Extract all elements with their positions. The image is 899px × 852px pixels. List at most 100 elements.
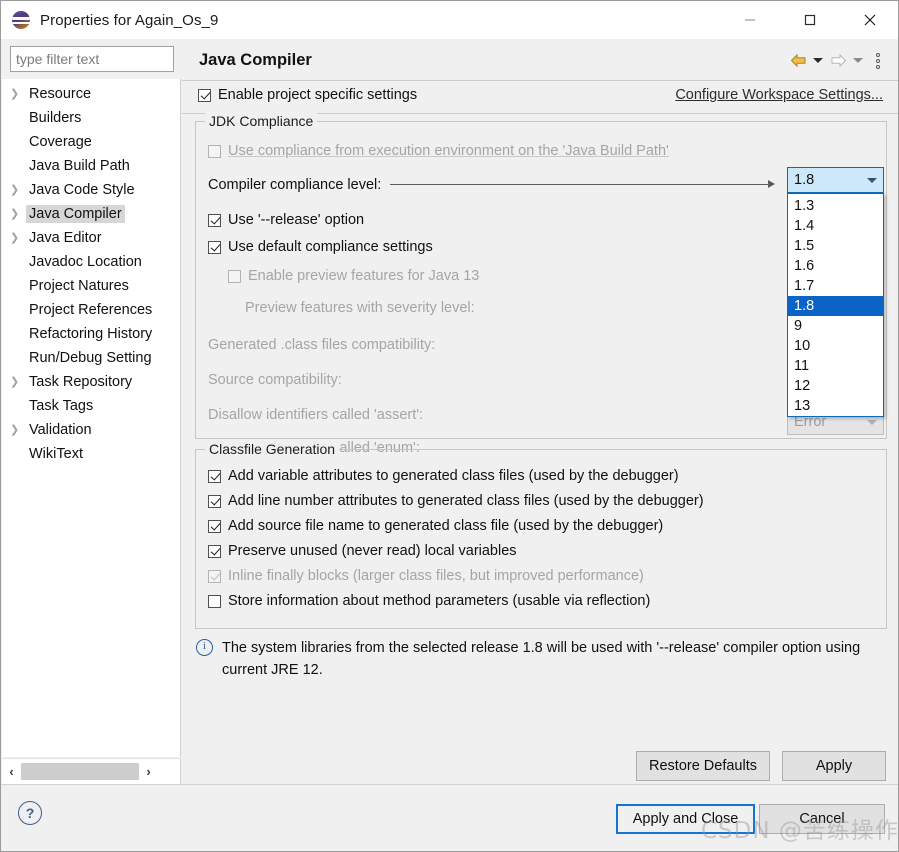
classfile-option-checkbox[interactable]	[208, 595, 221, 608]
classfile-option-checkbox[interactable]	[208, 545, 221, 558]
sidebar-item-coverage[interactable]: ❯Coverage	[2, 130, 180, 154]
restore-defaults-button[interactable]: Restore Defaults	[636, 751, 770, 781]
enable-project-specific-checkbox[interactable]	[198, 89, 211, 102]
sidebar-item-project-references[interactable]: ❯Project References	[2, 298, 180, 322]
cancel-button[interactable]: Cancel	[759, 804, 885, 834]
use-release-option-row: Use '--release' option	[208, 209, 878, 231]
dropdown-option[interactable]: 1.7	[788, 276, 883, 296]
sidebar-item-javadoc-location[interactable]: ❯Javadoc Location	[2, 250, 180, 274]
sidebar-item-task-repository[interactable]: ❯Task Repository	[2, 370, 180, 394]
info-icon: i	[196, 639, 213, 656]
classfile-option-checkbox[interactable]	[208, 470, 221, 483]
dropdown-option[interactable]: 10	[788, 336, 883, 356]
dropdown-option[interactable]: 1.8	[788, 296, 883, 316]
forward-arrow-icon[interactable]	[827, 50, 849, 72]
maximize-button[interactable]	[780, 1, 840, 39]
chevron-right-icon[interactable]: ❯	[10, 185, 26, 196]
dropdown-option[interactable]: 1.5	[788, 236, 883, 256]
sidebar-item-label: Run/Debug Setting	[26, 349, 155, 367]
dropdown-option[interactable]: 1.4	[788, 216, 883, 236]
close-button[interactable]	[840, 1, 899, 39]
properties-dialog: Properties for Again_Os_9 ❯Resource❯Buil…	[0, 0, 899, 852]
chevron-right-icon[interactable]: ❯	[10, 377, 26, 388]
classfile-option-checkbox[interactable]	[208, 495, 221, 508]
help-icon[interactable]: ?	[18, 801, 42, 825]
dropdown-option[interactable]: 1.6	[788, 256, 883, 276]
sidebar-item-project-natures[interactable]: ❯Project Natures	[2, 274, 180, 298]
sidebar-item-wikitext[interactable]: ❯WikiText	[2, 442, 180, 466]
enable-preview-checkbox	[228, 270, 241, 283]
sidebar-item-java-build-path[interactable]: ❯Java Build Path	[2, 154, 180, 178]
back-history-chevron-down-icon[interactable]	[811, 50, 825, 72]
use-release-option-checkbox[interactable]	[208, 214, 221, 227]
back-arrow-icon[interactable]	[787, 50, 809, 72]
scroll-left-icon[interactable]: ‹	[2, 760, 21, 784]
sidebar-item-resource[interactable]: ❯Resource	[2, 82, 180, 106]
search-input[interactable]	[10, 46, 174, 72]
info-message-text: The system libraries from the selected r…	[222, 637, 862, 681]
chevron-right-icon[interactable]: ❯	[10, 89, 26, 100]
sidebar-item-task-tags[interactable]: ❯Task Tags	[2, 394, 180, 418]
sidebar-item-validation[interactable]: ❯Validation	[2, 418, 180, 442]
sidebar-item-label: Project References	[26, 301, 155, 319]
use-execution-environment-row: Use compliance from execution environmen…	[208, 140, 878, 162]
scroll-right-icon[interactable]: ›	[139, 760, 158, 784]
source-compat-row: Source compatibility:	[208, 369, 878, 391]
classfile-option-row: Store information about method parameter…	[208, 591, 650, 611]
dropdown-option[interactable]: 9	[788, 316, 883, 336]
disallow-assert-row: Disallow identifiers called 'assert':	[208, 404, 878, 426]
sidebar-item-java-compiler[interactable]: ❯Java Compiler	[2, 202, 180, 226]
sidebar-item-label: Task Tags	[26, 397, 96, 415]
annotation-arrow-line	[390, 184, 769, 185]
classfile-option-row: Add line number attributes to generated …	[208, 491, 704, 511]
use-execution-environment-label: Use compliance from execution environmen…	[228, 143, 669, 159]
eclipse-icon	[12, 11, 30, 29]
window-title: Properties for Again_Os_9	[40, 12, 218, 29]
generated-class-compat-label: Generated .class files compatibility:	[208, 337, 435, 353]
sidebar-item-java-code-style[interactable]: ❯Java Code Style	[2, 178, 180, 202]
classfile-option-label: Add source file name to generated class …	[228, 518, 663, 534]
sidebar-item-refactoring-history[interactable]: ❯Refactoring History	[2, 322, 180, 346]
sidebar-item-builders[interactable]: ❯Builders	[2, 106, 180, 130]
sidebar-item-label: Java Code Style	[26, 181, 138, 199]
dropdown-option[interactable]: 11	[788, 356, 883, 376]
info-message: i The system libraries from the selected…	[196, 637, 886, 681]
apply-and-close-button[interactable]: Apply and Close	[616, 804, 755, 834]
compliance-level-value: 1.8	[794, 172, 814, 188]
configure-workspace-settings-link[interactable]: Configure Workspace Settings...	[675, 87, 883, 103]
scrollbar-thumb[interactable]	[21, 763, 139, 780]
classfile-option-checkbox[interactable]	[208, 520, 221, 533]
chevron-right-icon[interactable]: ❯	[10, 209, 26, 220]
use-release-option-label: Use '--release' option	[228, 212, 364, 228]
minimize-button[interactable]	[720, 1, 780, 39]
sidebar-item-run-debug-setting[interactable]: ❯Run/Debug Setting	[2, 346, 180, 370]
compliance-level-dropdown-list[interactable]: 1.31.41.51.61.71.8910111213	[787, 193, 884, 417]
classfile-option-label: Add variable attributes to generated cla…	[228, 468, 679, 484]
forward-history-chevron-down-icon[interactable]	[851, 50, 865, 72]
page-toolbar	[787, 50, 899, 72]
classfile-option-label: Preserve unused (never read) local varia…	[228, 543, 517, 559]
use-default-compliance-row: Use default compliance settings	[208, 236, 878, 258]
chevron-right-icon[interactable]: ❯	[10, 425, 26, 436]
classfile-option-row: Add variable attributes to generated cla…	[208, 466, 679, 486]
sidebar-item-label: Validation	[26, 421, 95, 439]
classfile-option-label: Add line number attributes to generated …	[228, 493, 704, 509]
dropdown-option[interactable]: 12	[788, 376, 883, 396]
settings-tree[interactable]: ❯Resource❯Builders❯Coverage❯Java Build P…	[2, 79, 181, 757]
apply-button[interactable]: Apply	[782, 751, 886, 781]
sidebar-item-label: WikiText	[26, 445, 86, 463]
dropdown-option[interactable]: 13	[788, 396, 883, 416]
view-menu-icon[interactable]	[867, 50, 889, 72]
compliance-level-combo[interactable]: 1.8	[787, 167, 884, 193]
sidebar-item-java-editor[interactable]: ❯Java Editor	[2, 226, 180, 250]
chevron-right-icon[interactable]: ❯	[10, 233, 26, 244]
java-compiler-page: Java Compiler	[182, 41, 899, 784]
use-default-compliance-checkbox[interactable]	[208, 241, 221, 254]
enable-preview-label: Enable preview features for Java 13	[248, 268, 479, 284]
sidebar-item-label: Coverage	[26, 133, 95, 151]
source-compat-label: Source compatibility:	[208, 372, 342, 388]
tree-horizontal-scrollbar[interactable]: ‹ ›	[2, 758, 181, 784]
classfile-option-label: Inline finally blocks (larger class file…	[228, 568, 644, 584]
compliance-level-row: Compiler compliance level:	[208, 174, 878, 196]
dropdown-option[interactable]: 1.3	[788, 196, 883, 216]
